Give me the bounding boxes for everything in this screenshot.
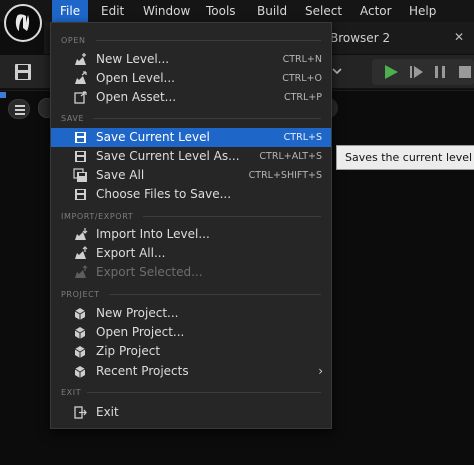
menu-tools[interactable]: Tools [198, 0, 244, 22]
menu-file[interactable]: File [52, 0, 89, 22]
viewport-options-icon[interactable] [8, 99, 30, 119]
new-project-icon [73, 306, 88, 321]
stop-button[interactable] [456, 63, 474, 81]
menu-help[interactable]: Help [401, 0, 444, 22]
shortcut-label: CTRL+P [283, 92, 322, 103]
menu-item-label: Open Asset... [96, 90, 177, 104]
menu-select[interactable]: Select [297, 0, 350, 22]
menu-item-label: Save All [96, 168, 145, 182]
section-save: SAVE [61, 114, 85, 123]
menu-edit[interactable]: Edit [93, 0, 132, 22]
menu-item-import-into-level[interactable]: Import Into Level... [51, 225, 331, 244]
menu-item-label: Open Project... [96, 325, 185, 339]
shortcut-label: CTRL+O [282, 73, 322, 84]
file-menu-dropdown: OPEN New Level... CTRL+N Open Level... C… [50, 22, 332, 429]
menu-item-open-level[interactable]: Open Level... CTRL+O [51, 69, 331, 88]
menu-item-save-current-level-as[interactable]: Save Current Level As... CTRL+ALT+S [51, 147, 331, 166]
menu-item-choose-files-to-save[interactable]: Choose Files to Save... [51, 185, 331, 204]
open-level-icon [73, 71, 88, 86]
pause-button[interactable] [432, 63, 450, 81]
chevron-right-icon: › [318, 364, 323, 378]
menu-item-label: Export All... [96, 246, 166, 260]
menu-window[interactable]: Window [135, 0, 198, 22]
menu-item-label: Export Selected... [96, 265, 203, 279]
divider [93, 118, 321, 119]
menu-item-open-asset[interactable]: Open Asset... CTRL+P [51, 88, 331, 107]
open-project-icon [73, 325, 88, 340]
shortcut-label: CTRL+N [282, 54, 322, 65]
section-exit: EXIT [61, 388, 82, 397]
export-icon [73, 246, 88, 261]
play-button[interactable] [382, 63, 400, 81]
divider [109, 294, 321, 295]
section-import-export: IMPORT/EXPORT [61, 212, 134, 221]
menu-actor[interactable]: Actor [352, 0, 400, 22]
menu-item-label: Recent Projects [96, 364, 189, 378]
tab-content-browser-2[interactable]: Browser 2 [330, 31, 390, 45]
choose-files-icon [73, 187, 88, 202]
menu-item-label: Save Current Level As... [96, 149, 240, 163]
menu-item-new-project[interactable]: New Project... [51, 304, 331, 323]
open-asset-icon [73, 90, 88, 105]
section-project: PROJECT [61, 290, 100, 299]
zip-project-icon [73, 344, 88, 359]
menu-item-label: Save Current Level [96, 130, 210, 144]
menu-item-new-level[interactable]: New Level... CTRL+N [51, 50, 331, 69]
exit-icon [73, 405, 88, 420]
unreal-editor-window: File Edit Window Tools Build Select Acto… [0, 0, 474, 465]
shortcut-label: CTRL+S [283, 132, 322, 143]
save-toolbar-button[interactable] [12, 62, 34, 82]
menu-item-label: Exit [96, 405, 119, 419]
shortcut-label: CTRL+ALT+S [259, 151, 322, 162]
menu-item-save-all[interactable]: Save All CTRL+SHIFT+S [51, 166, 331, 185]
menu-item-recent-projects[interactable]: Recent Projects › [51, 362, 331, 381]
menu-build[interactable]: Build [249, 0, 295, 22]
unreal-logo-icon[interactable] [4, 4, 42, 42]
recent-projects-icon [73, 364, 88, 379]
menu-item-export-selected: Export Selected... [51, 263, 331, 282]
menu-item-zip-project[interactable]: Zip Project [51, 342, 331, 361]
divider [143, 216, 321, 217]
menu-item-label: Choose Files to Save... [96, 187, 232, 201]
menu-item-save-current-level[interactable]: Save Current Level CTRL+S [51, 128, 331, 147]
new-level-icon [73, 52, 88, 67]
chevron-down-icon[interactable] [330, 63, 344, 79]
export-selected-icon [73, 265, 88, 280]
section-open: OPEN [61, 36, 86, 45]
menu-item-export-all[interactable]: Export All... [51, 244, 331, 263]
menu-item-label: New Project... [96, 306, 179, 320]
import-icon [73, 227, 88, 242]
save-all-icon [73, 168, 88, 183]
menu-item-label: Open Level... [96, 71, 175, 85]
advance-frame-button[interactable] [408, 63, 426, 81]
save-as-icon [73, 149, 88, 164]
divider [96, 40, 321, 41]
menu-item-label: New Level... [96, 52, 170, 66]
divider [87, 392, 321, 393]
save-icon [73, 130, 88, 145]
menu-item-exit[interactable]: Exit [51, 403, 331, 422]
shortcut-label: CTRL+SHIFT+S [248, 170, 322, 181]
tab-close-icon[interactable]: ✕ [452, 30, 466, 44]
menu-item-open-project[interactable]: Open Project... [51, 323, 331, 342]
save-level-tooltip: Saves the current level to d [336, 145, 474, 170]
viewport-focus-marker [0, 92, 6, 98]
menu-item-label: Import Into Level... [96, 227, 210, 241]
menu-item-label: Zip Project [96, 344, 161, 358]
